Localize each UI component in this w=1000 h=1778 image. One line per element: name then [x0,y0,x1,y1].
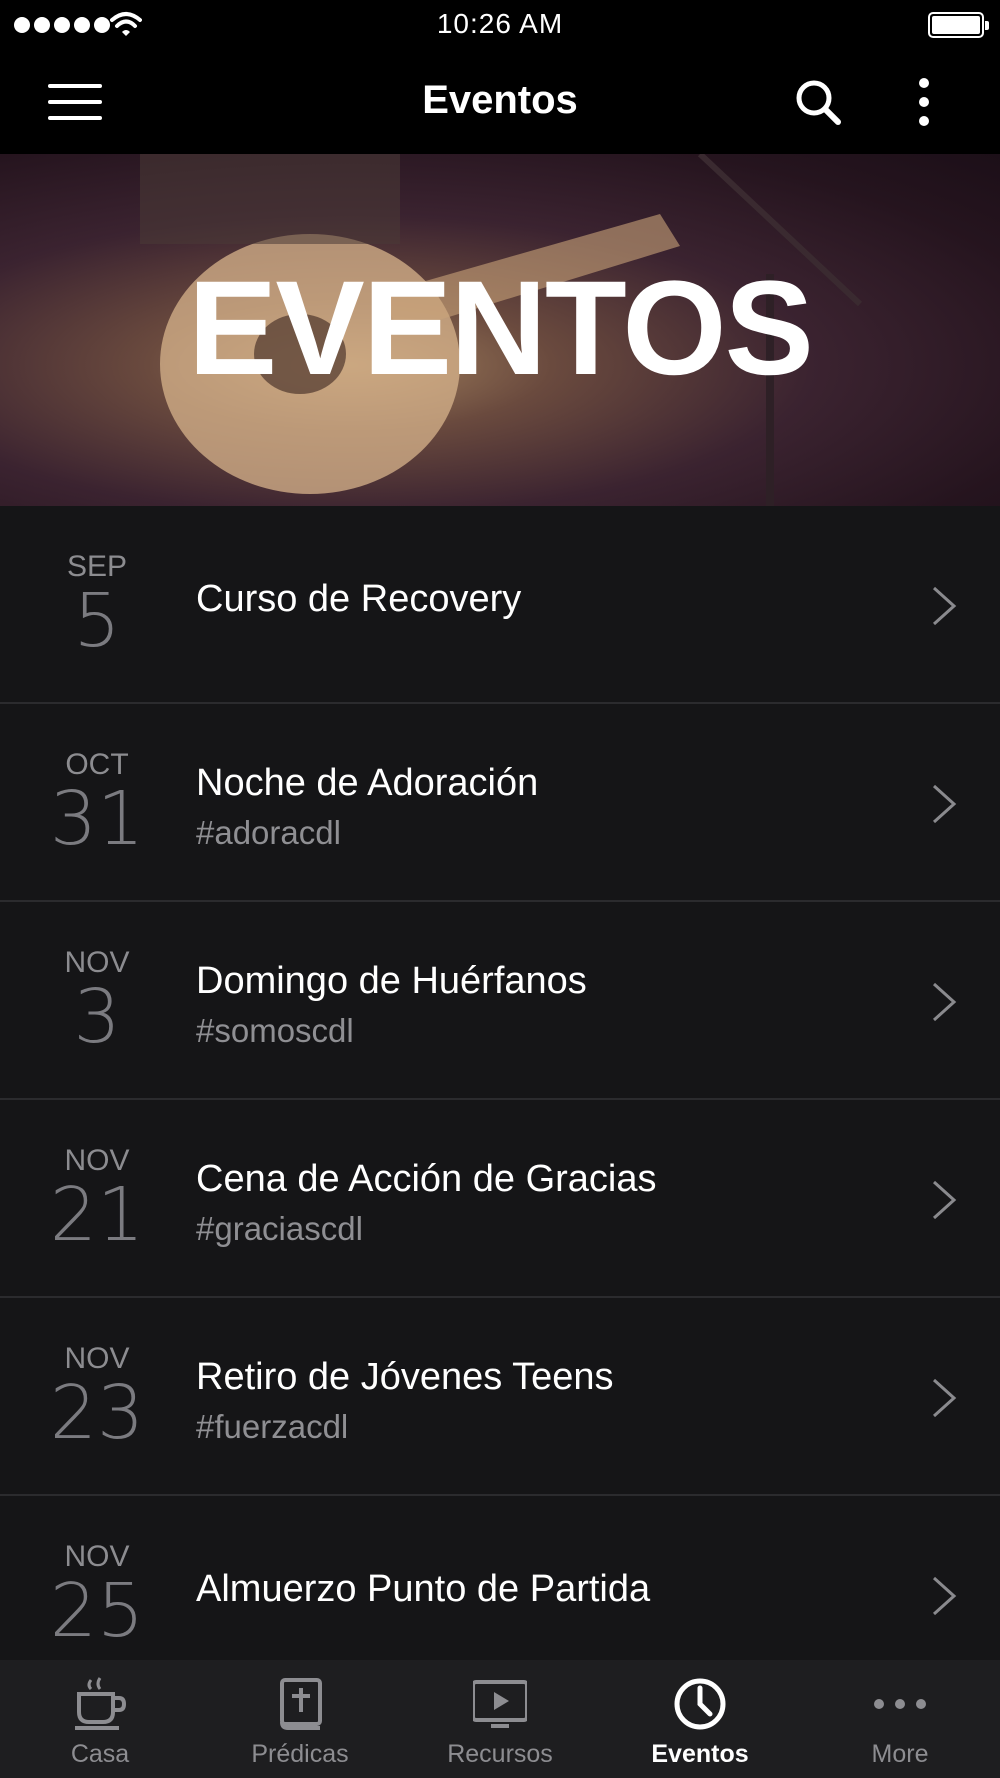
status-time: 10:26 AM [436,8,564,39]
hero-title: EVENTOS [188,254,814,403]
status-bar: 10:26 AM [0,0,1000,50]
tab-predicas[interactable]: Prédicas [200,1660,400,1778]
event-day: 21 [49,1172,145,1258]
event-row[interactable]: NOV 21 Cena de Acción de Gracias #gracia… [0,1100,1000,1298]
tab-bar: Casa Prédicas Recursos Eventos More [0,1660,1000,1778]
event-hashtag: #graciascdl [196,1210,363,1247]
tab-eventos[interactable]: Eventos [600,1660,800,1778]
event-title: Almuerzo Punto de Partida [196,1568,651,1610]
event-date: SEP 5 [0,506,194,704]
event-day: 3 [73,974,121,1060]
chevron-right-icon [932,586,957,626]
chevron-right-icon [932,982,957,1022]
clock-icon [674,1678,726,1730]
chevron-right-icon [932,1180,957,1220]
tab-label: Casa [70,1740,130,1768]
event-day: 5 [73,578,121,664]
chevron-right-icon [932,784,957,824]
tab-label: More [871,1740,929,1768]
bible-icon [280,1678,322,1730]
more-dots-icon [874,1699,926,1709]
event-title: Domingo de Huérfanos [196,960,587,1002]
events-list: SEP 5 Curso de Recovery OCT 31 Noche de … [0,506,1000,1660]
chevron-right-icon [932,1378,957,1418]
tab-more[interactable]: More [800,1660,1000,1778]
event-title: Noche de Adoración [196,762,539,804]
hero-banner: EVENTOS [0,154,1000,506]
page-title: Eventos [422,78,578,122]
chevron-right-icon [932,1576,957,1616]
event-hashtag: #somoscdl [196,1012,354,1049]
event-hashtag: #fuerzacdl [196,1408,349,1445]
tab-label: Recursos [447,1740,553,1768]
tab-label: Eventos [651,1740,749,1768]
event-day: 25 [49,1568,145,1654]
event-date: OCT 31 [0,704,194,902]
tab-recursos[interactable]: Recursos [400,1660,600,1778]
coffee-cup-icon [75,1677,127,1730]
event-row[interactable]: OCT 31 Noche de Adoración #adoracdl [0,704,1000,902]
event-title: Retiro de Jóvenes Teens [196,1356,614,1398]
event-title: Curso de Recovery [196,578,522,620]
event-day: 23 [49,1370,145,1456]
tab-label: Prédicas [251,1740,349,1768]
event-hashtag: #adoracdl [196,814,341,851]
event-row[interactable]: NOV 3 Domingo de Huérfanos #somoscdl [0,902,1000,1100]
more-options-icon[interactable] [912,76,936,128]
tab-casa[interactable]: Casa [0,1660,200,1778]
search-icon[interactable] [794,78,842,126]
event-date: NOV 3 [0,902,194,1100]
event-date: NOV 21 [0,1100,194,1298]
event-row[interactable]: SEP 5 Curso de Recovery [0,506,1000,704]
event-title: Cena de Acción de Gracias [196,1158,657,1200]
event-row[interactable]: NOV 23 Retiro de Jóvenes Teens #fuerzacd… [0,1298,1000,1496]
battery-icon [928,12,989,38]
play-screen-icon [473,1680,527,1728]
event-date: NOV 23 [0,1298,194,1496]
event-day: 31 [49,776,145,862]
nav-bar: Eventos [0,50,1000,154]
event-row[interactable]: NOV 25 Almuerzo Punto de Partida [0,1496,1000,1660]
event-date: NOV 25 [0,1496,194,1660]
